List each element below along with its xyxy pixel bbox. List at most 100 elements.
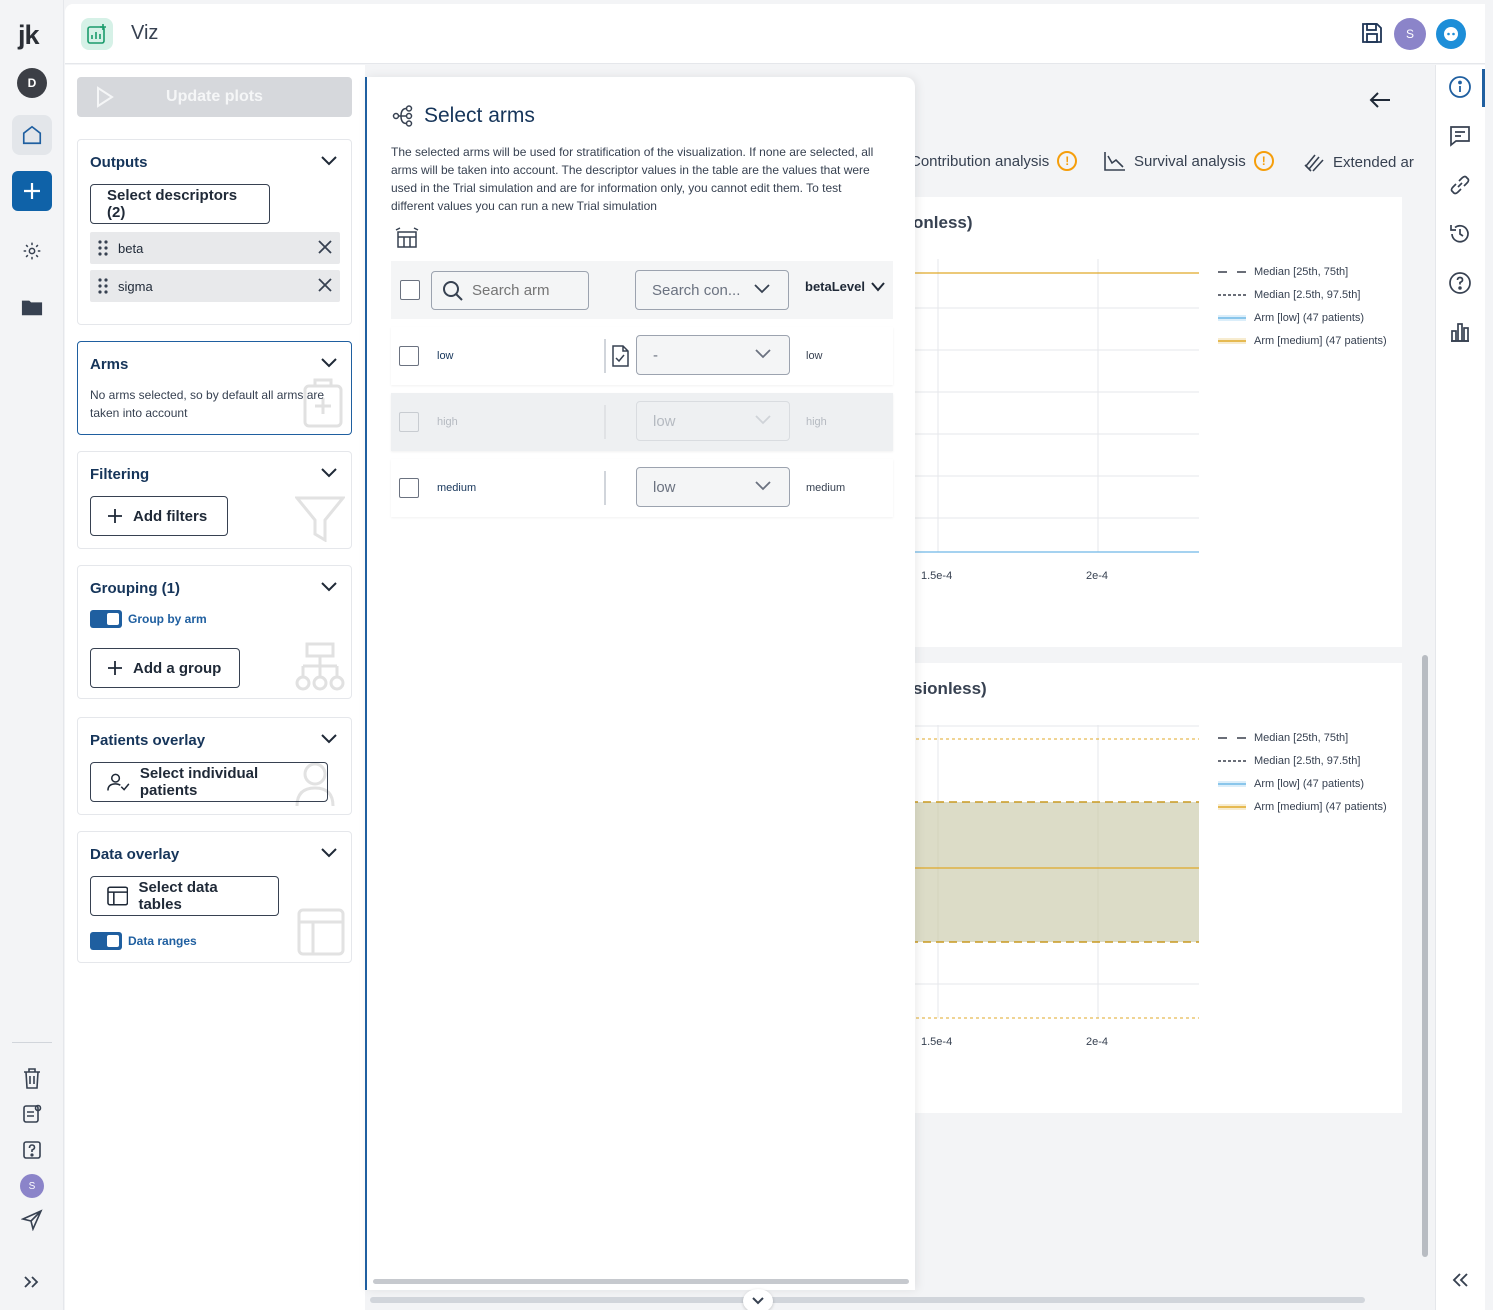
legend-label: Arm [medium] (47 patients) (1254, 801, 1387, 813)
arm-row-low[interactable]: low - low (391, 327, 893, 385)
notes-button[interactable] (20, 1102, 44, 1126)
x-tick-label: 2e-4 (1086, 570, 1109, 582)
config-panel: Update plots Outputs Select descriptors … (65, 65, 365, 1310)
select-data-tables-button[interactable]: Select data tables (90, 876, 279, 916)
search-control-dropdown[interactable]: Search con... (635, 270, 789, 310)
plot-2: sionless) 1.5e-4 2e-4 (910, 663, 1402, 1113)
assistant-button[interactable] (1436, 19, 1466, 49)
descriptor-chip[interactable]: sigma (90, 270, 340, 302)
add-group-button[interactable]: Add a group (90, 648, 240, 688)
help-button[interactable] (20, 1138, 44, 1162)
add-filters-button[interactable]: Add filters (90, 496, 228, 536)
column-settings-button[interactable] (395, 227, 419, 249)
close-icon[interactable] (318, 240, 332, 254)
tab-extended-analysis[interactable]: Extended ar (1303, 151, 1414, 173)
control-value: low (653, 412, 676, 430)
arms-branch-icon (392, 105, 413, 127)
search-arm-input[interactable] (472, 282, 582, 299)
app-logo[interactable]: jk (18, 20, 40, 51)
select-individual-patients-label: Select individual patients (139, 765, 259, 799)
control-dropdown[interactable]: - (636, 335, 790, 375)
select-descriptors-button[interactable]: Select descriptors (2) (90, 184, 270, 224)
x-tick-label: 2e-4 (1086, 1036, 1109, 1048)
group-by-arm-toggle[interactable] (90, 610, 122, 628)
plot-1: onless) 1.5e-4 2e-4 (910, 197, 1402, 647)
right-rail (1435, 65, 1485, 1310)
home-button[interactable] (12, 115, 52, 155)
legend-item: Median [2.5th, 97.5th] (1218, 755, 1360, 767)
chevron-down-icon[interactable] (321, 582, 337, 592)
user-avatar[interactable]: S (1394, 18, 1426, 50)
double-chevron-left-icon[interactable] (1448, 1268, 1472, 1292)
betalevel-value: low (806, 350, 823, 362)
workspace-avatar[interactable]: D (17, 68, 47, 98)
send-button[interactable] (20, 1208, 44, 1232)
arm-row-medium[interactable]: medium low medium (391, 459, 893, 517)
chevron-down-icon[interactable] (321, 734, 337, 744)
x-tick-label: 1.5e-4 (921, 1036, 953, 1048)
expand-rail-button[interactable] (20, 1270, 44, 1294)
legend-swatch (1218, 338, 1246, 344)
search-arm-field[interactable] (431, 271, 589, 310)
assistant-icon (1444, 27, 1458, 41)
select-arms-description: The selected arms will be used for strat… (391, 145, 874, 213)
update-plots-button[interactable]: Update plots (77, 77, 352, 117)
bar-chart-icon[interactable] (1448, 320, 1472, 344)
left-rail: jk D S (0, 0, 64, 1310)
legend-swatch (1218, 315, 1246, 321)
select-all-checkbox[interactable] (400, 280, 420, 300)
outputs-card: Outputs Select descriptors (2) beta sigm… (77, 139, 352, 325)
chevron-down-icon[interactable] (321, 156, 337, 166)
collapse-handle[interactable] (743, 1289, 773, 1310)
chevron-down-icon[interactable] (321, 358, 337, 368)
chevron-down-icon[interactable] (321, 468, 337, 478)
help-circle-icon[interactable] (1448, 271, 1472, 295)
legend-swatch (1218, 271, 1246, 273)
plus-icon (108, 509, 122, 523)
analysis-tabs: Contribution analysis ! Survival analysi… (914, 143, 1418, 179)
select-individual-patients-button[interactable]: Select individual patients (90, 762, 328, 802)
betalevel-column-header[interactable]: betaLevel (805, 279, 885, 294)
bottom-scrollbar[interactable] (370, 1297, 1365, 1303)
select-arms-panel: Select arms The selected arms will be us… (365, 77, 915, 1290)
close-icon[interactable] (318, 278, 332, 292)
save-button[interactable] (1361, 22, 1383, 44)
help-icon (23, 1141, 41, 1159)
legend-item: Arm [medium] (47 patients) (1218, 801, 1387, 813)
info-icon[interactable] (1448, 75, 1472, 99)
group-by-arm-label: Group by arm (128, 612, 207, 626)
document-check-icon[interactable] (611, 345, 629, 367)
arms-table-header: Search con... betaLevel (391, 261, 893, 319)
home-icon (22, 125, 42, 145)
drag-handle-icon[interactable] (98, 278, 108, 294)
user-avatar-small[interactable]: S (20, 1174, 44, 1198)
tab-contribution-analysis[interactable]: Contribution analysis ! (914, 151, 1078, 171)
folder-button[interactable] (20, 295, 44, 319)
drag-handle-icon[interactable] (98, 240, 108, 256)
chevron-down-icon (752, 1297, 764, 1305)
extended-analysis-icon (1304, 154, 1324, 172)
vertical-scrollbar[interactable] (1422, 655, 1428, 1257)
data-overlay-card: Data overlay Select data tables Data ran… (77, 831, 352, 963)
arm-checkbox[interactable] (399, 478, 419, 498)
descriptor-chip[interactable]: beta (90, 232, 340, 264)
tab-survival-analysis[interactable]: Survival analysis ! (1104, 151, 1274, 171)
legend-swatch (1218, 804, 1246, 810)
comment-icon[interactable] (1448, 124, 1472, 148)
trash-button[interactable] (20, 1066, 44, 1090)
history-icon[interactable] (1448, 222, 1472, 246)
data-ranges-toggle[interactable] (90, 932, 122, 950)
create-button[interactable] (12, 171, 52, 211)
link-icon[interactable] (1448, 173, 1472, 197)
control-dropdown[interactable]: low (636, 467, 790, 507)
x-tick-label: 1.5e-4 (921, 570, 953, 582)
horizontal-scrollbar[interactable] (373, 1279, 909, 1284)
chevron-down-icon[interactable] (321, 848, 337, 858)
table-watermark-icon (297, 908, 345, 956)
arm-checkbox[interactable] (399, 346, 419, 366)
back-button[interactable] (1369, 91, 1391, 109)
arms-card[interactable]: Arms No arms selected, so by default all… (77, 341, 352, 435)
plus-icon (108, 661, 122, 675)
settings-button[interactable] (20, 239, 44, 263)
warning-icon: ! (1253, 151, 1274, 171)
